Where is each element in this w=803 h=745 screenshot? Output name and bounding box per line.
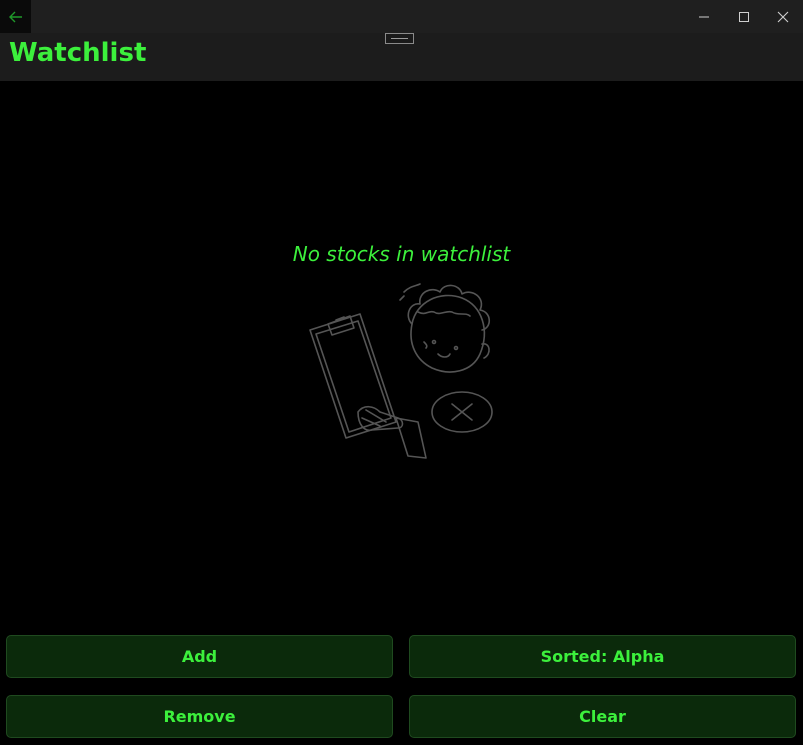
add-button[interactable]: Add — [6, 635, 393, 678]
close-icon — [777, 11, 789, 22]
maximize-icon — [739, 11, 749, 22]
app-window: Watchlist No stocks in watchlist Add Sor… — [0, 0, 803, 745]
close-button[interactable] — [763, 0, 803, 33]
minimize-icon — [699, 16, 709, 17]
minimize-button[interactable] — [684, 0, 724, 33]
arrow-left-icon — [8, 11, 22, 22]
maximize-button[interactable] — [724, 0, 764, 33]
empty-state-illustration — [309, 283, 493, 459]
remove-button[interactable]: Remove — [6, 695, 393, 738]
page-title: Watchlist — [9, 38, 147, 68]
empty-state-message: No stocks in watchlist — [292, 242, 511, 266]
title-bar[interactable] — [0, 0, 803, 33]
sort-button[interactable]: Sorted: Alpha — [409, 635, 796, 678]
back-button[interactable] — [0, 0, 31, 33]
drag-handle[interactable] — [385, 33, 414, 44]
clear-button[interactable]: Clear — [409, 695, 796, 738]
